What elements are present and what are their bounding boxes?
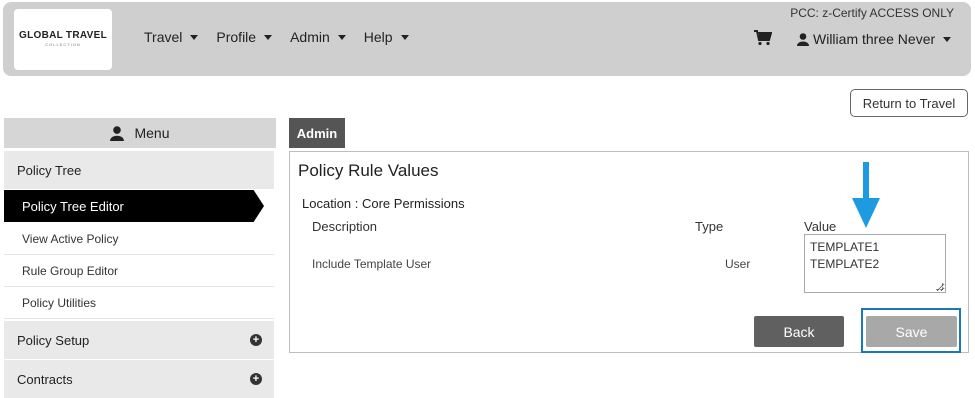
person-icon: [110, 125, 125, 141]
chevron-down-icon: [400, 34, 409, 40]
column-header-description: Description: [312, 219, 378, 234]
nav-profile[interactable]: Profile: [216, 29, 273, 45]
nav-admin[interactable]: Admin: [290, 29, 346, 45]
value-textarea[interactable]: TEMPLATE1 TEMPLATE2: [804, 234, 946, 293]
nav-help-label: Help: [363, 29, 393, 45]
chevron-down-icon: [943, 36, 952, 42]
main-nav: Travel Profile Admin Help: [144, 29, 427, 45]
plus-circle-icon: +: [250, 373, 262, 385]
value-line: TEMPLATE1: [810, 240, 880, 254]
sidebar-item-label: Policy Tree Editor: [22, 198, 124, 214]
sidebar-item-policy-utilities[interactable]: Policy Utilities: [4, 287, 274, 319]
menu-title: Menu: [134, 125, 170, 141]
back-button[interactable]: Back: [754, 316, 844, 347]
user-name: William three Never: [813, 31, 936, 47]
sidebar-item-policy-tree-editor[interactable]: Policy Tree Editor: [4, 190, 264, 222]
panel-title: Policy Rule Values: [298, 161, 439, 180]
shopping-cart-icon[interactable]: [754, 30, 772, 46]
chevron-down-icon: [264, 34, 273, 40]
tab-admin[interactable]: Admin: [289, 118, 345, 148]
column-header-value: Value: [804, 219, 837, 234]
location-label: Location : Core Permissions: [302, 196, 465, 211]
resize-handle-icon[interactable]: [936, 283, 943, 290]
sidebar-item-label: Rule Group Editor: [22, 263, 119, 278]
sidebar-section-contracts[interactable]: Contracts +: [4, 360, 274, 398]
nav-profile-label: Profile: [216, 29, 257, 45]
column-header-type: Type: [695, 219, 724, 234]
nav-travel[interactable]: Travel: [144, 29, 199, 45]
row-type: User: [725, 257, 751, 271]
sidebar-item-label: Policy Utilities: [22, 295, 97, 310]
plus-circle-icon: +: [250, 334, 262, 346]
company-logo[interactable]: GLOBAL TRAVEL COLLECTION: [14, 9, 112, 70]
sidebar-item-rule-group-editor[interactable]: Rule Group Editor: [4, 255, 274, 287]
sidebar-item-label: View Active Policy: [22, 231, 119, 246]
section-label: Contracts: [17, 371, 73, 387]
sidebar-section-policy-setup[interactable]: Policy Setup +: [4, 321, 274, 359]
row-description: Include Template User: [312, 257, 432, 271]
nav-travel-label: Travel: [144, 29, 183, 45]
return-to-travel-button[interactable]: Return to Travel: [850, 89, 968, 117]
value-line: TEMPLATE2: [810, 257, 880, 271]
section-label: Policy Tree: [17, 162, 82, 178]
chevron-down-icon: [337, 34, 346, 40]
person-icon: [797, 32, 809, 46]
sidebar-item-view-active-policy[interactable]: View Active Policy: [4, 223, 274, 255]
pcc-label: PCC: z-Certify ACCESS ONLY: [790, 6, 954, 20]
top-header: GLOBAL TRAVEL COLLECTION Travel Profile …: [3, 2, 971, 76]
nav-admin-label: Admin: [290, 29, 330, 45]
logo-subtext: COLLECTION: [45, 42, 81, 47]
sidebar-section-policy-tree[interactable]: Policy Tree: [4, 151, 274, 189]
logo-text: GLOBAL TRAVEL: [19, 30, 107, 41]
user-menu[interactable]: William three Never: [797, 31, 952, 47]
save-button[interactable]: Save: [866, 316, 957, 347]
down-arrow-icon: [852, 162, 880, 228]
sidebar-menu-header[interactable]: Menu: [4, 118, 276, 148]
chevron-down-icon: [190, 34, 199, 40]
section-label: Policy Setup: [17, 332, 90, 348]
nav-help[interactable]: Help: [364, 29, 409, 45]
